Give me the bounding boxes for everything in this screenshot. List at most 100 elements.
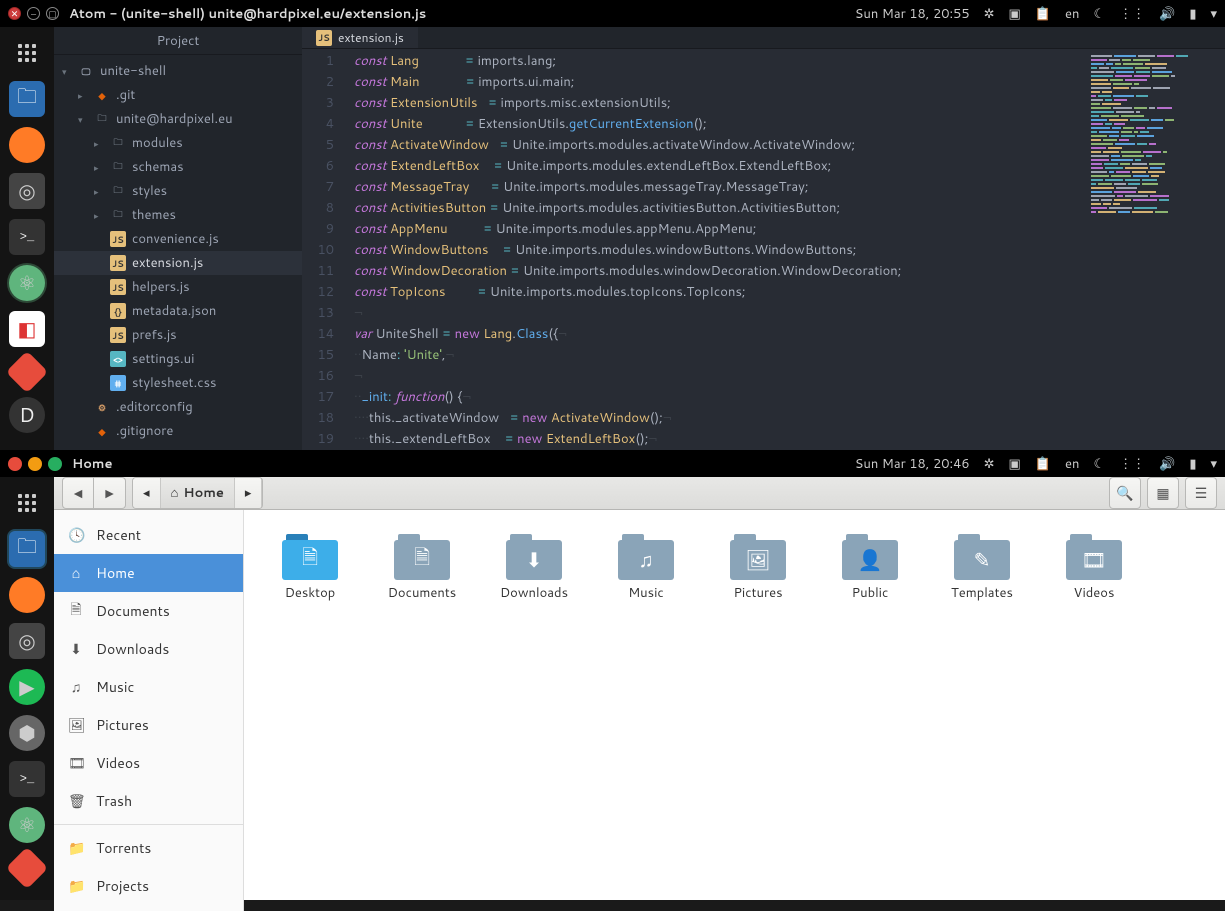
tree-item[interactable]: ▸🗀styles	[54, 179, 302, 203]
close-icon[interactable]	[8, 457, 22, 471]
file-tree[interactable]: ▾🖵unite-shell▸◆.git▾🗀unite@hardpixel.eu▸…	[54, 55, 302, 450]
folder-pictures[interactable]: 🖼Pictures	[702, 528, 814, 608]
power-menu-icon[interactable]: ▾	[1210, 5, 1217, 23]
activities-icon[interactable]	[9, 35, 45, 71]
battery-icon[interactable]: ▮	[1189, 5, 1196, 23]
search-button[interactable]: 🔍	[1109, 477, 1141, 509]
folder-grid[interactable]: 🗎Desktop🗎Documents⬇Downloads♫Music🖼Pictu…	[244, 510, 1225, 911]
sidebar-item-trash[interactable]: 🗑Trash	[54, 782, 243, 820]
volume-icon[interactable]: 🔊	[1159, 5, 1175, 23]
keyboard-lang[interactable]: en	[1065, 5, 1079, 23]
minimize-icon[interactable]	[28, 457, 42, 471]
tree-item[interactable]: ▸🗀modules	[54, 131, 302, 155]
tree-item[interactable]: JSprefs.js	[54, 323, 302, 347]
tree-item[interactable]: JSextension.js	[54, 251, 302, 275]
tree-item[interactable]: ⚙.editorconfig	[54, 395, 302, 419]
battery-icon[interactable]: ▮	[1189, 455, 1196, 473]
tab-extension-js[interactable]: JS extension.js	[302, 27, 418, 48]
tree-item[interactable]: ▾🖵unite-shell	[54, 59, 302, 83]
maximize-icon[interactable]: ▢	[46, 7, 59, 20]
terminal-icon[interactable]: >_	[9, 761, 45, 797]
clock[interactable]: Sun Mar 18, 20:55	[855, 5, 970, 23]
tree-item[interactable]: JSconvenience.js	[54, 227, 302, 251]
tree-item[interactable]: #stylesheet.css	[54, 371, 302, 395]
clipboard-icon[interactable]: 📋	[1035, 5, 1051, 23]
tree-item[interactable]: ▸🗀themes	[54, 203, 302, 227]
sidebar-item-torrents[interactable]: 📁Torrents	[54, 829, 243, 867]
wifi-icon[interactable]: ⋮⋮	[1119, 5, 1145, 23]
code-editor[interactable]: 12345678910111213141516171819 const Lang…	[302, 49, 1225, 450]
app-icon[interactable]: ◎	[9, 623, 45, 659]
sidebar-item-documents[interactable]: 🗎Documents	[54, 592, 243, 630]
git-icon[interactable]	[6, 351, 48, 393]
folder-templates[interactable]: ✎Templates	[926, 528, 1038, 608]
atom-icon[interactable]: ⚛	[9, 265, 45, 301]
settings-icon[interactable]: ✲	[984, 5, 995, 23]
sidebar-item-projects[interactable]: 📁Projects	[54, 867, 243, 905]
tree-item[interactable]: ▸🗀schemas	[54, 155, 302, 179]
view-toggle-button[interactable]: ▦	[1147, 477, 1179, 509]
git-icon[interactable]	[6, 847, 48, 889]
tab-bar: JS extension.js	[302, 27, 1225, 49]
folder-public[interactable]: 👤Public	[814, 528, 926, 608]
disk-icon[interactable]: ▣	[1009, 455, 1021, 473]
back-button[interactable]: ◄	[62, 477, 94, 509]
night-icon[interactable]: ☾	[1093, 5, 1105, 23]
path-home[interactable]: ⌂ Home	[161, 478, 235, 508]
sidebar-item-videos[interactable]: 🎞Videos	[54, 744, 243, 782]
js-icon: JS	[110, 279, 126, 295]
settings-icon[interactable]: ✲	[984, 455, 995, 473]
places-sidebar[interactable]: 🕓Recent⌂Home🗎Documents⬇Downloads♫Music🖼P…	[54, 510, 244, 911]
atom-icon[interactable]: ⚛	[9, 807, 45, 843]
path-next[interactable]: ▸	[235, 478, 263, 508]
tree-item[interactable]: JShelpers.js	[54, 275, 302, 299]
tree-item[interactable]: <>settings.ui	[54, 347, 302, 371]
app-icon[interactable]: ⬢	[9, 715, 45, 751]
power-menu-icon[interactable]: ▾	[1210, 455, 1217, 473]
keyboard-lang[interactable]: en	[1065, 455, 1079, 473]
tree-item[interactable]: {}metadata.json	[54, 299, 302, 323]
code-content[interactable]: const Lang = imports.lang; const Main = …	[342, 49, 1085, 450]
minimap[interactable]	[1085, 49, 1225, 450]
tree-item[interactable]: ◆.gitignore	[54, 419, 302, 443]
clock[interactable]: Sun Mar 18, 20:46	[855, 455, 970, 473]
files-icon[interactable]: 🗀	[9, 531, 45, 567]
music-icon[interactable]: ▶	[9, 669, 45, 705]
minimize-icon[interactable]: –	[27, 7, 40, 20]
files-icon[interactable]: 🗀	[9, 81, 45, 117]
firefox-icon[interactable]	[9, 577, 45, 613]
sidebar-item-pictures[interactable]: 🖼Pictures	[54, 706, 243, 744]
volume-icon[interactable]: 🔊	[1159, 455, 1175, 473]
tree-item[interactable]: ▾🗀unite@hardpixel.eu	[54, 107, 302, 131]
night-icon[interactable]: ☾	[1093, 455, 1105, 473]
folder-downloads[interactable]: ⬇Downloads	[478, 528, 590, 608]
folder-music[interactable]: ♫Music	[590, 528, 702, 608]
sidebar-item-home[interactable]: ⌂Home	[54, 554, 243, 592]
sidebar-item-music[interactable]: ♫Music	[54, 668, 243, 706]
app-icon[interactable]: ◎	[9, 173, 45, 209]
path-prev[interactable]: ◂	[133, 478, 161, 508]
firefox-icon[interactable]	[9, 127, 45, 163]
clipboard-icon[interactable]: 📋	[1035, 455, 1051, 473]
forward-button[interactable]: ►	[94, 477, 126, 509]
sidebar-item-downloads[interactable]: ⬇Downloads	[54, 630, 243, 668]
place-icon: 🗎	[68, 599, 84, 623]
app-icon[interactable]: ◧	[9, 311, 45, 347]
maximize-icon[interactable]	[48, 457, 62, 471]
path-bar[interactable]: ◂ ⌂ Home ▸	[132, 477, 263, 509]
place-icon: 🖼	[68, 715, 84, 735]
folder-desktop[interactable]: 🗎Desktop	[254, 528, 366, 608]
place-icon: 🎞	[68, 753, 84, 773]
app-icon[interactable]: D	[9, 397, 45, 433]
activities-icon[interactable]	[9, 485, 45, 521]
menu-button[interactable]: ☰	[1185, 477, 1217, 509]
tree-item[interactable]: ▸◆.git	[54, 83, 302, 107]
wifi-icon[interactable]: ⋮⋮	[1119, 455, 1145, 473]
disk-icon[interactable]: ▣	[1009, 5, 1021, 23]
git-icon: ◆	[94, 87, 110, 103]
sidebar-item-recent[interactable]: 🕓Recent	[54, 516, 243, 554]
terminal-icon[interactable]: >_	[9, 219, 45, 255]
folder-documents[interactable]: 🗎Documents	[366, 528, 478, 608]
close-icon[interactable]: ✕	[8, 7, 21, 20]
folder-videos[interactable]: 🎞Videos	[1038, 528, 1150, 608]
